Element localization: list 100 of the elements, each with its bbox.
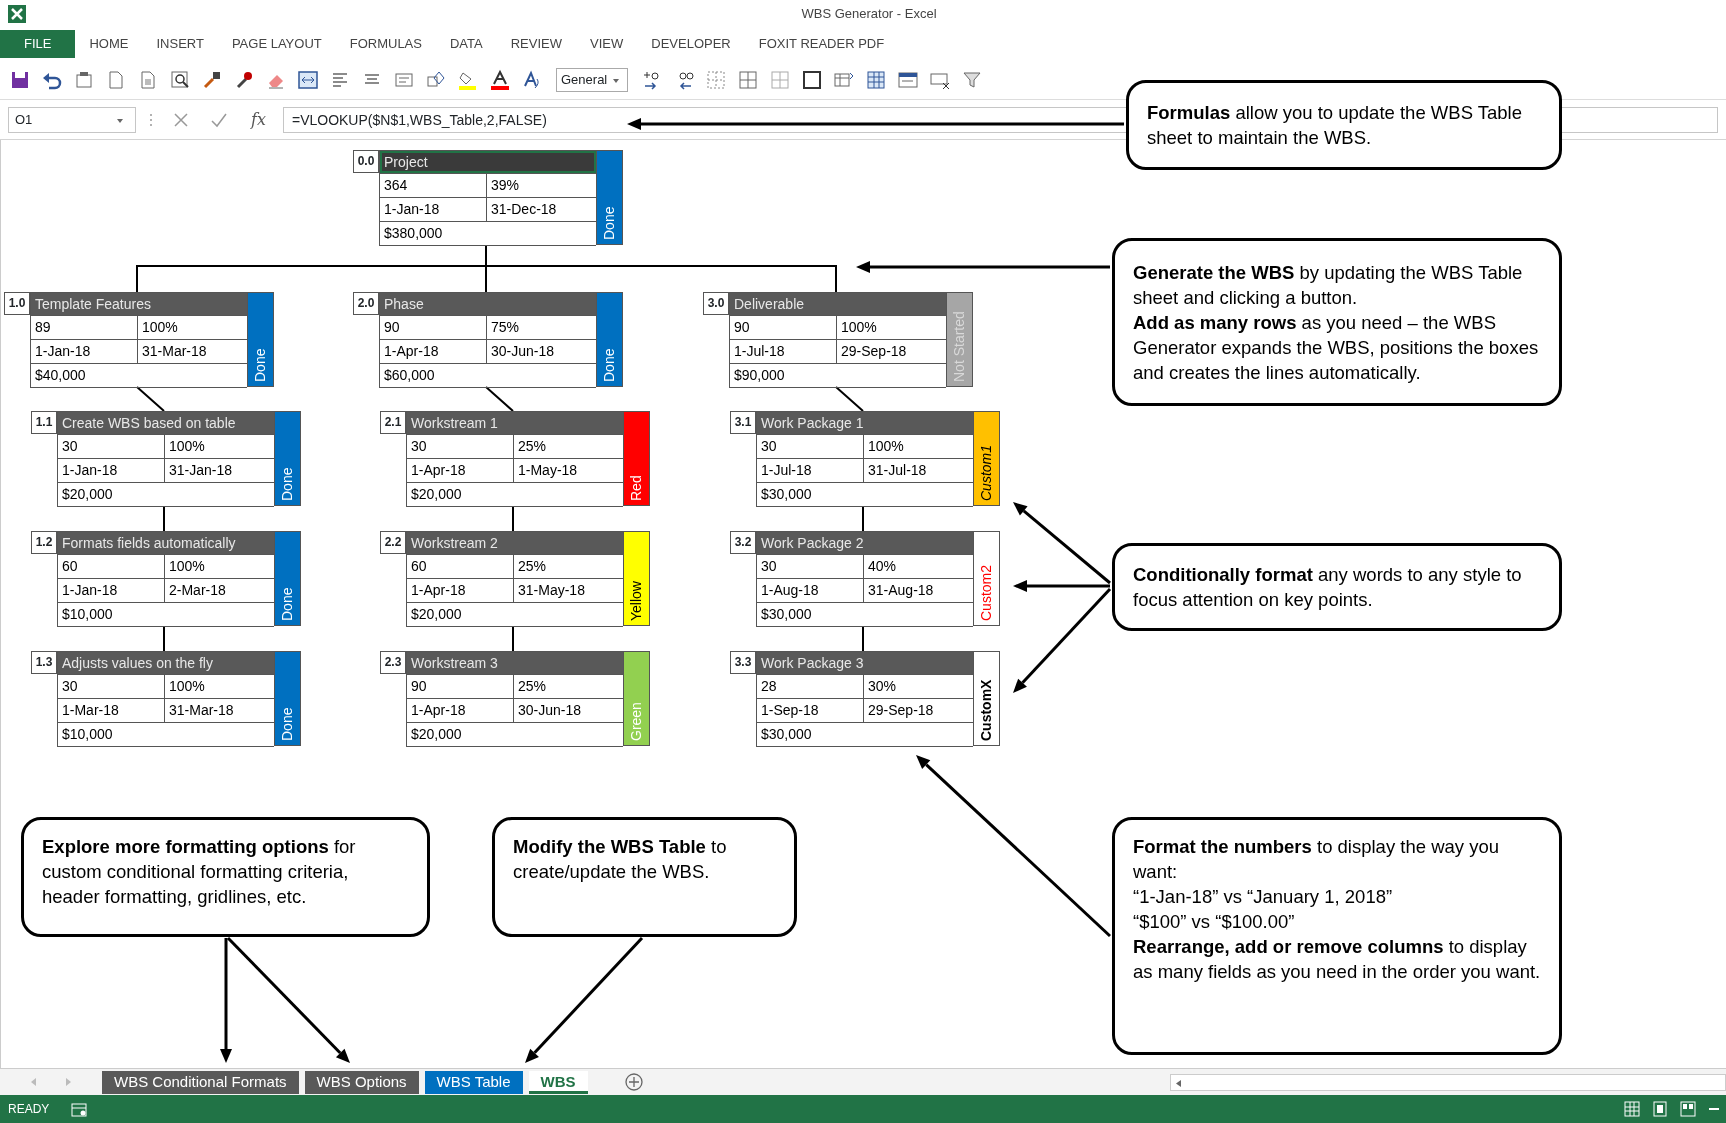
table-cell: 30 xyxy=(757,435,864,458)
page-break-icon[interactable] xyxy=(1679,1100,1697,1118)
table-icon[interactable] xyxy=(297,68,319,91)
ribbon-tab[interactable]: REVIEW xyxy=(496,30,576,58)
wbs-number: 2.2 xyxy=(380,531,406,554)
table-cell-text: 25% xyxy=(517,557,548,576)
table-cell-text: 40% xyxy=(867,557,898,576)
table-cell: 28 xyxy=(757,675,864,698)
border-box-icon[interactable] xyxy=(801,68,823,91)
wbs-number: 1.2 xyxy=(31,531,57,554)
wbs-title[interactable]: Workstream 3 xyxy=(407,652,623,674)
wbs-title[interactable]: Formats fields automatically xyxy=(58,532,274,554)
table-cell-text: $10,000 xyxy=(61,605,114,624)
connector-line xyxy=(862,625,864,652)
callout-text: Format the numbers to display the way you want: xyxy=(1133,835,1501,884)
table-cell: 1-Jan-18 xyxy=(58,579,165,602)
connector-line xyxy=(136,386,165,412)
grip-icon xyxy=(149,111,153,128)
add-sheet-icon[interactable] xyxy=(623,1072,644,1092)
ribbon-tab[interactable]: FORMULAS xyxy=(335,30,436,58)
table-cell-text: $40,000 xyxy=(34,366,87,385)
ribbon-tab[interactable]: DATA xyxy=(435,30,497,58)
font-color-icon[interactable] xyxy=(489,68,511,91)
wbs-number: 2.3 xyxy=(380,651,406,674)
ribbon-tab[interactable]: PAGE LAYOUT xyxy=(217,30,336,58)
ribbon-tab[interactable]: VIEW xyxy=(576,30,638,58)
table-cell: 1-Mar-18 xyxy=(58,699,165,722)
connector-line xyxy=(485,386,514,412)
wbs-number: 1.3 xyxy=(31,651,57,674)
wbs-title[interactable]: Adjusts values on the fly xyxy=(58,652,274,674)
print-preview-icon[interactable] xyxy=(169,68,191,91)
status-label: Done xyxy=(247,292,274,387)
wbs-title[interactable]: Work Package 1 xyxy=(757,412,973,434)
connector-line xyxy=(512,625,514,652)
ribbon-tab[interactable]: FOXIT READER PDF xyxy=(744,30,899,58)
table-cell-text: 29-Sep-18 xyxy=(867,701,935,720)
table-icon[interactable] xyxy=(865,68,887,91)
table-cell-text: $20,000 xyxy=(61,485,114,504)
connector-line xyxy=(862,505,864,532)
name-box[interactable]: O1 xyxy=(8,106,136,133)
ribbon-tab[interactable]: HOME xyxy=(75,30,143,58)
connector-line xyxy=(163,505,165,532)
table-cell: 60 xyxy=(58,555,165,578)
status-label: Custom1 xyxy=(973,411,1000,506)
status-label: CustomX xyxy=(973,651,1000,746)
ribbon-tab[interactable]: DEVELOPER xyxy=(637,30,745,58)
wbs-number: 3.3 xyxy=(730,651,756,674)
table-cell: 60 xyxy=(407,555,514,578)
number-format-dropdown[interactable]: General xyxy=(556,67,628,92)
table-cell-text: $90,000 xyxy=(733,366,786,385)
table-cell-text: 1-May-18 xyxy=(517,461,579,480)
table-cell: 1-Jan-18 xyxy=(31,340,138,363)
sheet-tab[interactable]: WBS Table xyxy=(424,1070,523,1094)
grid-icon[interactable] xyxy=(737,68,759,91)
table-cell: 90 xyxy=(380,316,487,339)
horizontal-scrollbar[interactable] xyxy=(1170,1073,1726,1091)
table-cell: 1-Apr-18 xyxy=(380,340,487,363)
wbs-title[interactable]: Work Package 3 xyxy=(757,652,973,674)
wbs-title[interactable]: Phase xyxy=(380,293,596,315)
table-cell-text: 31-Jul-18 xyxy=(867,461,928,480)
status-text: READY xyxy=(8,1101,50,1118)
sheet-tab[interactable]: WBS xyxy=(528,1070,588,1094)
connector-line xyxy=(835,386,864,412)
wbs-title[interactable]: Workstream 2 xyxy=(407,532,623,554)
table-cell: 1-Jul-18 xyxy=(730,340,837,363)
macro-record-icon[interactable] xyxy=(70,1100,89,1118)
ribbon-tab[interactable]: INSERT xyxy=(142,30,218,58)
table-cell-text: 100% xyxy=(840,318,878,337)
table-cell: 1-Aug-18 xyxy=(757,579,864,602)
window-title: WBS Generator - Excel xyxy=(801,6,937,22)
sheet-tab[interactable]: WBS Conditional Formats xyxy=(102,1070,299,1094)
table-cell: 364 xyxy=(380,174,487,197)
table-cell-text: 100% xyxy=(867,437,905,456)
table-cell: 30 xyxy=(757,555,864,578)
wbs-number: 3.0 xyxy=(703,292,729,315)
wbs-title[interactable]: Project xyxy=(380,151,596,173)
status-label: Done xyxy=(274,531,301,626)
table-cell-text: 30-Jun-18 xyxy=(517,701,583,720)
insert-function-button[interactable]: fx xyxy=(250,106,267,133)
wbs-number: 2.0 xyxy=(353,292,379,315)
table-cell: 30 xyxy=(58,435,165,458)
status-label: Done xyxy=(274,411,301,506)
wbs-title[interactable]: Work Package 2 xyxy=(757,532,973,554)
wbs-title[interactable]: Template Features xyxy=(31,293,247,315)
table-cell: 1-Sep-18 xyxy=(757,699,864,722)
wbs-title[interactable]: Deliverable xyxy=(730,293,946,315)
table-cell: 1-Apr-18 xyxy=(407,459,514,482)
wbs-title[interactable]: Workstream 1 xyxy=(407,412,623,434)
callout-text: Explore more formatting options for custom conditional formatting criteria, header formatting, gridlines, etc. xyxy=(42,835,357,909)
table-cell: 90 xyxy=(730,316,837,339)
sheet-tab[interactable]: WBS Options xyxy=(304,1070,419,1094)
wbs-title[interactable]: Create WBS based on table xyxy=(58,412,274,434)
normal-view-icon[interactable] xyxy=(1623,1100,1641,1118)
wbs-number: 0.0 xyxy=(353,150,379,173)
file-tab[interactable]: FILE xyxy=(0,30,76,58)
table-cell: 89 xyxy=(31,316,138,339)
table-cell-text: 100% xyxy=(168,437,206,456)
status-label: Done xyxy=(274,651,301,746)
page-layout-icon[interactable] xyxy=(1651,1100,1669,1118)
table-cell-text: $30,000 xyxy=(760,725,813,744)
